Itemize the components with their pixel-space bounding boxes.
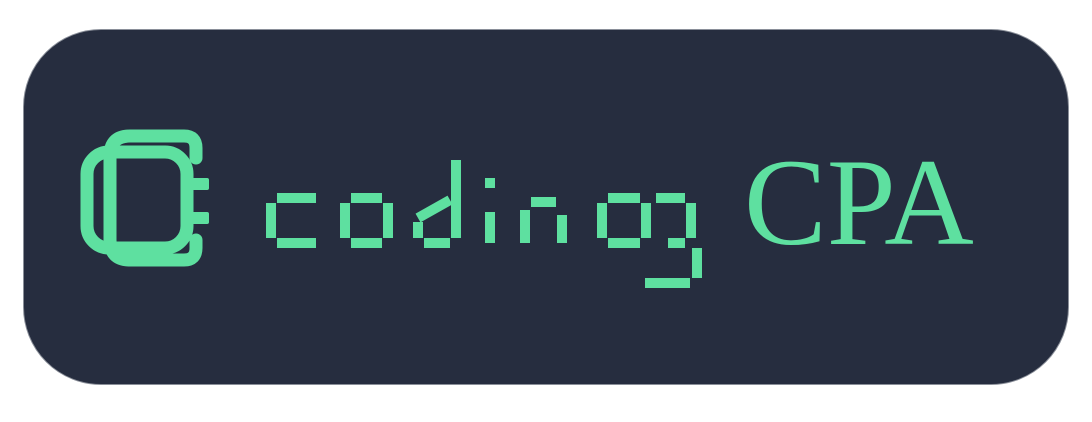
coding-wordmark (266, 160, 702, 288)
letter-n (520, 197, 567, 243)
letter-o (340, 193, 393, 248)
interlocked-c-icon (80, 129, 209, 267)
cpa-wordmark: CPA (744, 134, 974, 271)
letter-d (413, 160, 461, 248)
letter-c (266, 193, 316, 248)
letter-g (597, 193, 702, 288)
